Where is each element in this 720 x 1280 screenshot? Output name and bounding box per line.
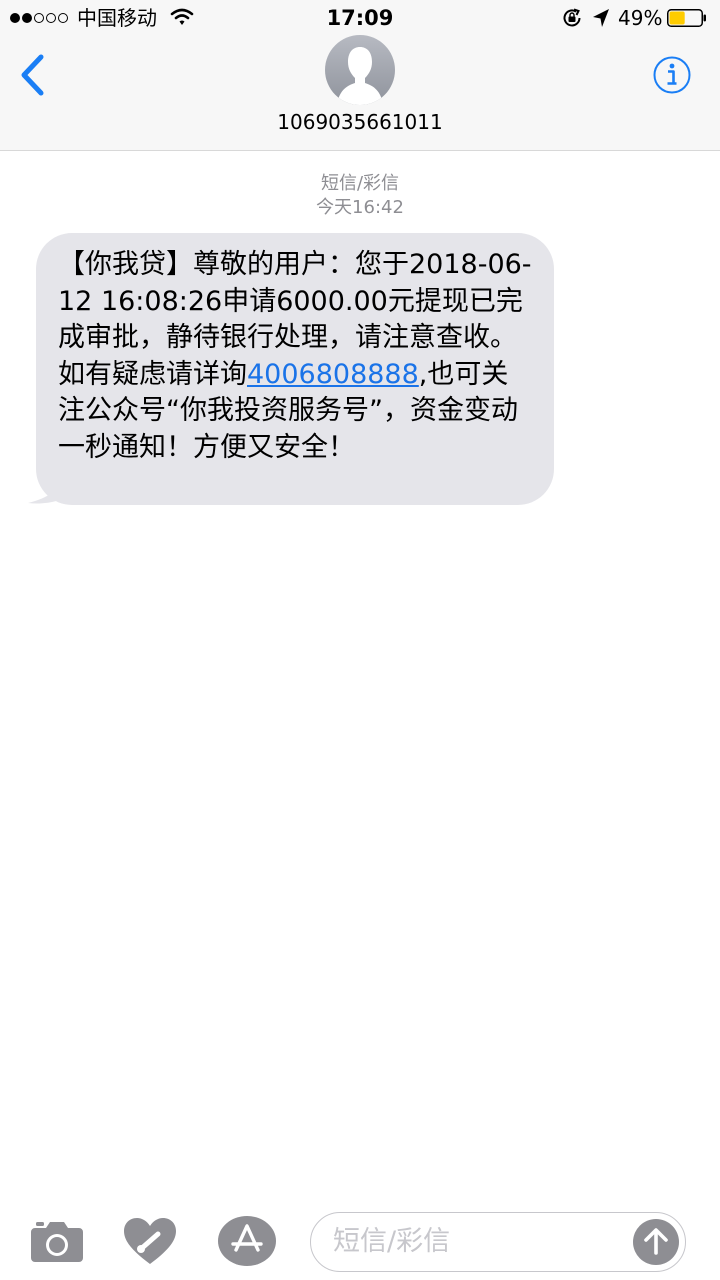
info-icon — [653, 56, 691, 94]
status-bar: 中国移动 17:09 49% — [0, 0, 720, 36]
camera-icon — [31, 1222, 83, 1262]
message-timestamp: 今天16:42 — [316, 197, 404, 218]
battery-icon — [667, 9, 706, 27]
status-time: 17:09 — [326, 6, 394, 30]
location-arrow-icon — [593, 9, 609, 27]
digital-touch-heart-icon — [124, 1218, 176, 1264]
messages-screen: 中国移动 17:09 49% 1069035661011 短信/彩信 今天16:… — [0, 0, 720, 1280]
contact-avatar[interactable] — [325, 35, 395, 105]
header: 中国移动 17:09 49% 1069035661011 — [0, 0, 720, 151]
received-message[interactable]: 【你我贷】尊敬的用户：您于2018-06-12 16:08:26申请6000.0… — [24, 233, 558, 505]
app-store-button[interactable] — [216, 1214, 278, 1268]
back-button[interactable] — [14, 52, 54, 98]
person-silhouette-icon — [337, 47, 383, 105]
chevron-left-icon — [21, 54, 44, 96]
phone-number-link[interactable]: 4006808888 — [247, 359, 419, 390]
message-bubble[interactable]: 【你我贷】尊敬的用户：您于2018-06-12 16:08:26申请6000.0… — [36, 233, 554, 505]
info-button[interactable] — [652, 55, 692, 95]
app-store-icon — [218, 1216, 276, 1266]
contact-name[interactable]: 1069035661011 — [0, 110, 720, 134]
message-input-placeholder: 短信/彩信 — [333, 1226, 451, 1257]
battery-fill — [669, 11, 685, 25]
battery-percentage: 49% — [618, 6, 663, 30]
message-input[interactable]: 短信/彩信 — [310, 1212, 686, 1272]
arrow-up-icon — [644, 1228, 668, 1255]
message-type-label: 短信/彩信 — [320, 173, 400, 194]
digital-touch-button[interactable] — [122, 1216, 178, 1266]
send-button[interactable] — [633, 1219, 679, 1265]
rotation-lock-icon — [563, 8, 581, 27]
camera-button[interactable] — [30, 1218, 84, 1264]
